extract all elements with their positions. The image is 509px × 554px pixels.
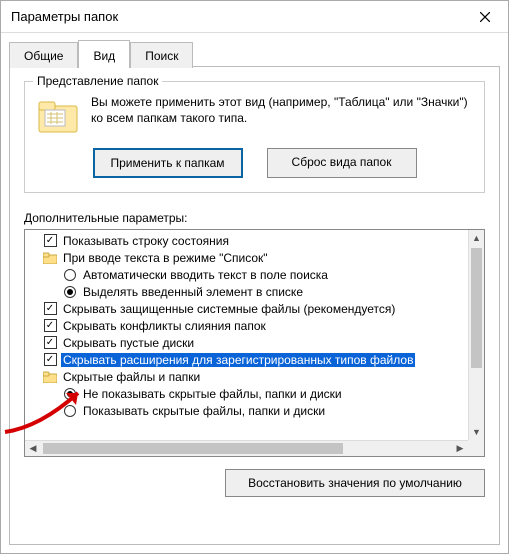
advanced-settings-label: Дополнительные параметры:	[24, 211, 485, 225]
checkbox-icon[interactable]: ✓	[43, 319, 57, 333]
tree-item-dont-show-hidden[interactable]: Не показывать скрытые файлы, папки и дис…	[29, 385, 468, 402]
radio-icon[interactable]	[63, 285, 77, 299]
tree-item-label: Показывать строку состояния	[61, 234, 231, 248]
apply-to-folders-button[interactable]: Применить к папкам	[93, 148, 243, 178]
advanced-settings-tree[interactable]: ✓ Показывать строку состояния При вводе …	[24, 229, 485, 457]
tree-item-hide-empty-drives[interactable]: ✓ Скрывать пустые диски	[29, 334, 468, 351]
folder-icon	[43, 251, 57, 265]
tree-item-label: Скрывать защищенные системные файлы (рек…	[61, 302, 397, 316]
tab-view[interactable]: Вид	[78, 40, 130, 68]
tree-item-label: Выделять введенный элемент в списке	[81, 285, 305, 299]
tree-item-label: При вводе текста в режиме "Список"	[61, 251, 270, 265]
scroll-down-icon[interactable]: ▼	[469, 424, 484, 440]
horizontal-scrollbar[interactable]: ◀ ▶	[25, 440, 468, 456]
close-icon	[480, 9, 490, 25]
restore-defaults-button[interactable]: Восстановить значения по умолчанию	[225, 469, 485, 497]
folder-view-icon	[37, 94, 79, 136]
scroll-up-icon[interactable]: ▲	[469, 230, 484, 246]
tab-view-panel: Представление папок Вы можете применить …	[9, 67, 500, 545]
folder-views-legend: Представление папок	[33, 74, 162, 88]
tree-item-hide-extensions[interactable]: ✓ Скрывать расширения для зарегистрирова…	[29, 351, 468, 368]
scroll-corner	[468, 440, 484, 456]
folder-options-window: Параметры папок Общие Вид Поиск Представ…	[0, 0, 509, 554]
tree-item-label: Скрытые файлы и папки	[61, 370, 202, 384]
tab-general[interactable]: Общие	[9, 42, 78, 68]
tree-item-label: Показывать скрытые файлы, папки и диски	[81, 404, 327, 418]
close-button[interactable]	[462, 1, 508, 33]
checkbox-icon[interactable]: ✓	[43, 353, 57, 367]
checkbox-icon[interactable]: ✓	[43, 302, 57, 316]
tab-search[interactable]: Поиск	[130, 42, 193, 68]
folder-icon	[43, 370, 57, 384]
tree-item-label: Скрывать расширения для зарегистрированн…	[61, 353, 415, 367]
tree-item-auto-type-search[interactable]: Автоматически вводить текст в поле поиск…	[29, 266, 468, 283]
tree-item-hide-merge-conflicts[interactable]: ✓ Скрывать конфликты слияния папок	[29, 317, 468, 334]
tree-item-label: Автоматически вводить текст в поле поиск…	[81, 268, 330, 282]
scrollbar-thumb[interactable]	[471, 248, 482, 368]
scroll-right-icon[interactable]: ▶	[452, 441, 468, 456]
tree-item-select-typed-item[interactable]: Выделять введенный элемент в списке	[29, 283, 468, 300]
folder-views-text: Вы можете применить этот вид (например, …	[91, 94, 472, 136]
tree-item-hide-protected-os[interactable]: ✓ Скрывать защищенные системные файлы (р…	[29, 300, 468, 317]
radio-icon[interactable]	[63, 404, 77, 418]
folder-views-group: Представление папок Вы можете применить …	[24, 81, 485, 193]
tree-item-show-status-bar[interactable]: ✓ Показывать строку состояния	[29, 232, 468, 249]
titlebar: Параметры папок	[1, 1, 508, 33]
reset-folders-button[interactable]: Сброс вида папок	[267, 148, 417, 178]
tab-bar: Общие Вид Поиск	[1, 33, 508, 67]
radio-icon[interactable]	[63, 268, 77, 282]
radio-icon[interactable]	[63, 387, 77, 401]
checkbox-icon[interactable]: ✓	[43, 234, 57, 248]
tree-group-list-typing[interactable]: При вводе текста в режиме "Список"	[29, 249, 468, 266]
tree-item-label: Скрывать конфликты слияния папок	[61, 319, 268, 333]
tree-group-hidden-files[interactable]: Скрытые файлы и папки	[29, 368, 468, 385]
scrollbar-thumb[interactable]	[43, 443, 343, 454]
window-title: Параметры папок	[11, 9, 462, 24]
vertical-scrollbar[interactable]: ▲ ▼	[468, 230, 484, 440]
checkbox-icon[interactable]: ✓	[43, 336, 57, 350]
tree-item-label: Не показывать скрытые файлы, папки и дис…	[81, 387, 344, 401]
scroll-left-icon[interactable]: ◀	[25, 441, 41, 456]
tree-item-show-hidden[interactable]: Показывать скрытые файлы, папки и диски	[29, 402, 468, 419]
tree-item-label: Скрывать пустые диски	[61, 336, 196, 350]
